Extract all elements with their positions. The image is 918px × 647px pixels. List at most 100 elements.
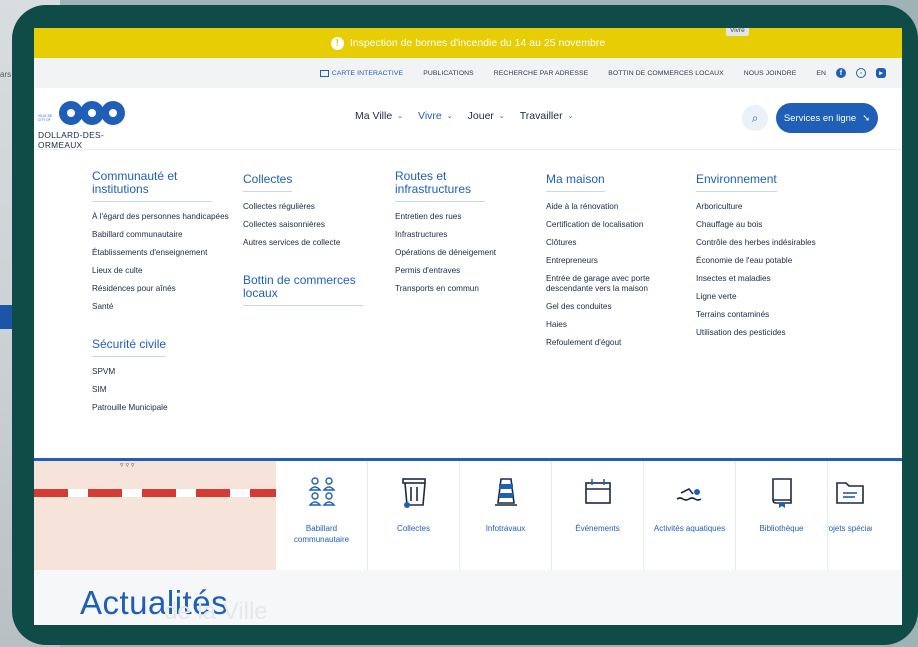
facebook-icon[interactable]: f	[836, 68, 846, 78]
mega-link[interactable]: Résidences pour aînés	[92, 284, 232, 294]
mega-link[interactable]: Insectes et maladies	[696, 274, 866, 284]
main-header: VILLE DE CITY OF DOLLARD-DES-ORMEAUX Ma …	[34, 88, 902, 150]
utility-link-map[interactable]: CARTE INTERACTIVE	[319, 69, 404, 77]
youtube-icon[interactable]: ▸	[876, 68, 886, 78]
mega-link[interactable]: Permis d'entraves	[395, 266, 535, 276]
menu-item-jouer[interactable]: Jouer ⌄	[468, 110, 505, 122]
mega-link[interactable]: Aide à la rénovation	[546, 202, 686, 212]
mega-heading[interactable]: Ma maison	[546, 173, 605, 192]
book-icon	[771, 478, 792, 508]
tooltip: Vivre	[726, 28, 749, 36]
mega-link[interactable]: Clôtures	[546, 238, 686, 248]
news-subtitle-ghost: de la Ville	[164, 598, 268, 625]
utility-link-local-directory[interactable]: BOTTIN DE COMMERCES LOCAUX	[608, 70, 724, 77]
utility-link-label: CARTE INTERACTIVE	[331, 69, 404, 77]
quick-link-label: Babillard communautaire	[293, 524, 350, 544]
mega-heading[interactable]: Sécurité civile	[92, 338, 167, 357]
mega-link[interactable]: Certification de localisation	[546, 220, 686, 230]
mega-heading[interactable]: Communauté et institutions	[92, 170, 212, 202]
mega-link[interactable]: Arboriculture	[696, 202, 866, 212]
postal-banner: ▿ ▿ ▿	[34, 461, 276, 570]
search-icon: ⌕	[751, 110, 759, 125]
background-text: ars	[0, 70, 12, 79]
quick-link-evenements[interactable]: Événements	[552, 461, 644, 570]
quick-link-bibliotheque[interactable]: Bibliothèque	[736, 461, 828, 570]
mega-link[interactable]: Ligne verte	[696, 292, 866, 302]
mega-link[interactable]: Chauffage au bois	[696, 220, 866, 230]
mega-link[interactable]: Opérations de déneigement	[395, 248, 535, 258]
mega-menu-vivre: Communauté et institutions À l'égard des…	[34, 28, 902, 458]
site-logo[interactable]: VILLE DE CITY OF DOLLARD-DES-ORMEAUX	[38, 96, 148, 150]
calendar-icon	[584, 479, 611, 504]
mega-link[interactable]: Lieux de culte	[92, 266, 232, 276]
menu-item-ma-ville[interactable]: Ma Ville ⌄	[355, 110, 403, 122]
menu-item-vivre[interactable]: Vivre ⌄	[418, 110, 453, 122]
mega-column-environnement: Environnement Arboriculture Chauffage au…	[696, 170, 866, 346]
cursor-icon: ➘	[862, 112, 871, 124]
mega-link[interactable]: Santé	[92, 302, 232, 312]
mega-link[interactable]: Refoulement d'égout	[546, 338, 686, 348]
mega-link[interactable]: Utilisation des pesticides	[696, 328, 866, 338]
news-section: Actualités de la Ville	[34, 570, 902, 625]
quick-links: Babillard communautaire Collectes Infotr…	[276, 461, 872, 570]
quick-links-band: ▿ ▿ ▿ Babillard communautaire Collectes …	[34, 461, 902, 570]
logo-circle	[101, 101, 125, 125]
mega-link[interactable]: Autres services de collecte	[243, 238, 383, 248]
menu-item-label: Ma Ville	[355, 110, 393, 122]
instagram-icon[interactable]: ◦	[856, 68, 866, 78]
services-en-ligne-button[interactable]: Services en ligne ➘	[776, 103, 878, 133]
chevron-down-icon: ⌄	[498, 113, 505, 120]
mega-link[interactable]: À l'égard des personnes handicapées	[92, 212, 232, 222]
menu-item-label: Vivre	[418, 110, 442, 122]
quick-link-infotravaux[interactable]: Infotravaux	[460, 461, 552, 570]
language-toggle[interactable]: EN	[816, 70, 826, 77]
utility-link-contact[interactable]: NOUS JOINDRE	[744, 70, 797, 77]
mega-link[interactable]: SIM	[92, 385, 232, 395]
mega-link[interactable]: SPVM	[92, 367, 232, 377]
mega-link[interactable]: Entretien des rues	[395, 212, 535, 222]
folder-icon	[836, 482, 864, 504]
quick-link-babillard[interactable]: Babillard communautaire	[276, 461, 368, 570]
alert-banner[interactable]: ! Inspection de bornes d'incendie du 14 …	[34, 28, 902, 58]
logo-mark	[59, 101, 125, 125]
search-button[interactable]: ⌕	[742, 105, 768, 131]
quick-link-collectes[interactable]: Collectes	[368, 461, 460, 570]
mega-link[interactable]: Entrée de garage avec porte descendante …	[546, 274, 661, 294]
alert-text: Inspection de bornes d'incendie du 14 au…	[349, 37, 606, 49]
logo-small-text: VILLE DE CITY OF	[38, 114, 52, 122]
quick-link-projets-speciaux[interactable]: Projets spéciaux	[828, 461, 872, 570]
people-icon	[308, 477, 335, 506]
quick-link-activites-aquatiques[interactable]: Activités aquatiques	[644, 461, 736, 570]
chevron-down-icon: ⌄	[397, 113, 404, 120]
mega-link[interactable]: Gel des conduites	[546, 302, 686, 312]
utility-link-publications[interactable]: PUBLICATIONS	[423, 70, 474, 77]
main-menu: Ma Ville ⌄ Vivre ⌄ Jouer ⌄ Travailler ⌄	[355, 110, 573, 122]
utility-link-address-search[interactable]: RECHERCHE PAR ADRESSE	[494, 70, 589, 77]
mega-link[interactable]: Infrastructures	[395, 230, 535, 240]
map-icon	[319, 69, 329, 77]
mega-link[interactable]: Établissements d'enseignement	[92, 248, 232, 258]
mega-heading[interactable]: Collectes	[243, 173, 293, 192]
quick-link-label: Événements	[575, 524, 620, 533]
mega-link[interactable]: Collectes saisonnières	[243, 220, 383, 230]
swimmer-icon	[676, 487, 701, 501]
mega-link[interactable]: Entrepreneurs	[546, 256, 686, 266]
mega-link[interactable]: Collectes régulières	[243, 202, 383, 212]
mega-link[interactable]: Terrains contaminés	[696, 310, 866, 320]
mega-link[interactable]: Haies	[546, 320, 686, 330]
mega-column-ma-maison: Ma maison Aide à la rénovation Certifica…	[546, 170, 686, 356]
mega-heading[interactable]: Environnement	[696, 173, 777, 192]
mega-link[interactable]: Patrouille Municipale	[92, 403, 232, 413]
quick-link-label: Collectes	[397, 524, 430, 533]
chevron-down-icon: ⌄	[567, 113, 574, 120]
info-icon: !	[330, 36, 344, 50]
mega-link[interactable]: Contrôle des herbes indésirables	[696, 238, 866, 248]
mega-heading[interactable]: Routes et infrastructures	[395, 170, 485, 202]
mega-link[interactable]: Économie de l'eau potable	[696, 256, 866, 266]
menu-item-travailler[interactable]: Travailler ⌄	[520, 110, 574, 122]
browser-screen: ! Inspection de bornes d'incendie du 14 …	[34, 28, 902, 625]
mega-heading[interactable]: Bottin de commerces locaux	[243, 274, 363, 306]
mega-link[interactable]: Transports en commun	[395, 284, 535, 294]
mega-link[interactable]: Babillard communautaire	[92, 230, 232, 240]
quick-link-label: Infotravaux	[485, 524, 526, 533]
